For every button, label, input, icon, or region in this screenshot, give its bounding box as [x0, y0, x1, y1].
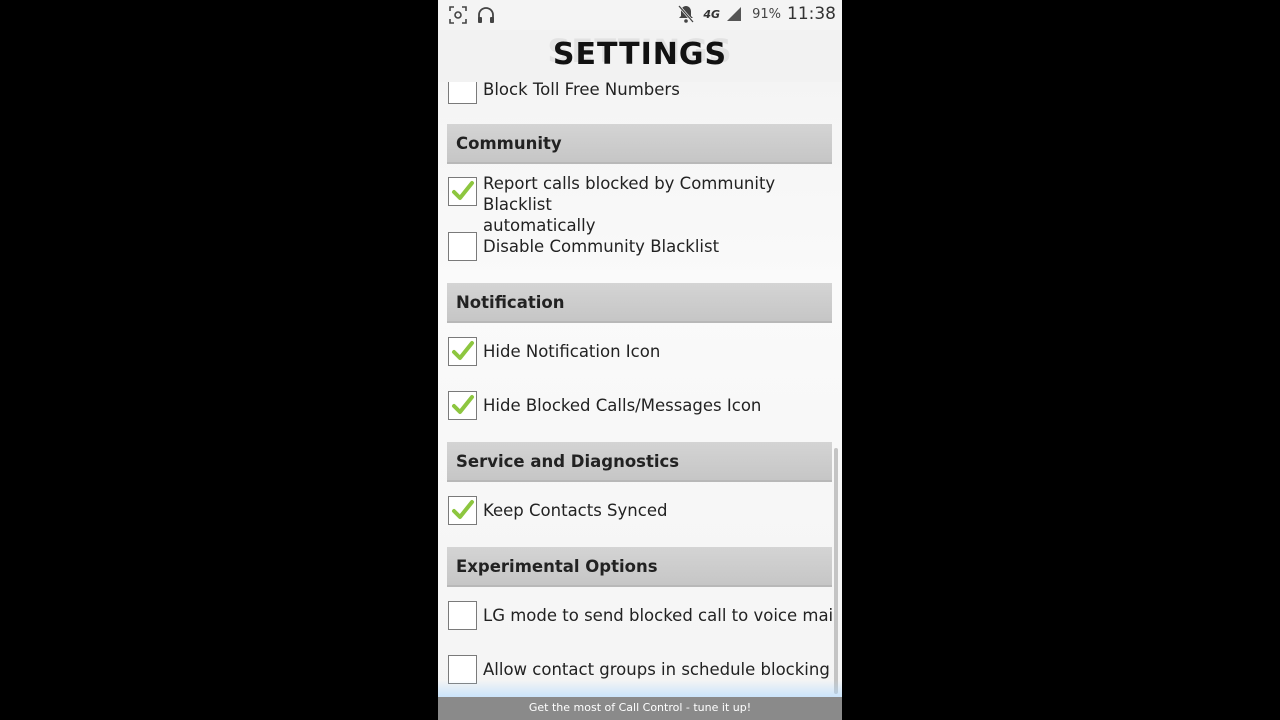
bell-muted-icon — [677, 4, 697, 24]
checkmark-icon — [452, 181, 474, 200]
checkbox-hide-blocked-icon[interactable] — [448, 391, 477, 420]
section-title: Community — [456, 134, 562, 153]
screenshot-icon — [448, 5, 468, 25]
checkbox-report-calls[interactable] — [448, 177, 477, 206]
setting-label: LG mode to send blocked call to voice ma… — [483, 606, 838, 625]
checkbox-disable-blacklist[interactable] — [448, 232, 477, 261]
section-title: Notification — [456, 293, 565, 312]
clock-time: 11:38 — [787, 4, 836, 24]
headphones-icon — [476, 5, 496, 25]
setting-label: Hide Blocked Calls/Messages Icon — [483, 396, 762, 415]
setting-label: Disable Community Blacklist — [483, 237, 720, 256]
checkbox-keep-contacts-synced[interactable] — [448, 496, 477, 525]
section-community: Community — [447, 124, 832, 164]
network-4g-icon: 4G — [703, 7, 721, 21]
battery-level: 91% — [752, 6, 781, 22]
footer-banner[interactable]: Get the most of Call Control - tune it u… — [438, 697, 842, 720]
setting-hide-notification[interactable]: Hide Notification Icon — [448, 337, 842, 366]
scrollbar[interactable] — [834, 448, 838, 694]
setting-label: Block Toll Free Numbers — [483, 80, 680, 99]
setting-report-calls[interactable]: Report calls blocked by Community Blackl… — [448, 174, 842, 236]
page-title-overlay: SETTINGS — [552, 37, 728, 72]
checkmark-icon — [452, 341, 474, 360]
signal-icon — [726, 4, 746, 24]
setting-label-line1: Report calls blocked by Community Blackl… — [483, 174, 776, 214]
section-notification: Notification — [447, 283, 832, 323]
setting-lg-mode[interactable]: LG mode to send blocked call to voice ma… — [448, 601, 842, 630]
setting-disable-blacklist[interactable]: Disable Community Blacklist — [448, 232, 842, 261]
setting-label: Hide Notification Icon — [483, 342, 661, 361]
section-title: Service and Diagnostics — [456, 452, 680, 471]
setting-keep-contacts-synced[interactable]: Keep Contacts Synced — [448, 496, 842, 525]
status-bar: 4G 91% 11:38 — [438, 0, 842, 30]
checkmark-icon — [452, 500, 474, 519]
section-experimental: Experimental Options — [447, 547, 832, 587]
checkbox-lg-mode[interactable] — [448, 601, 477, 630]
setting-hide-blocked-icon[interactable]: Hide Blocked Calls/Messages Icon — [448, 391, 842, 420]
checkbox-hide-notification[interactable] — [448, 337, 477, 366]
setting-label: Allow contact groups in schedule blockin… — [483, 660, 830, 679]
setting-label: Keep Contacts Synced — [483, 501, 668, 520]
section-service-diagnostics: Service and Diagnostics — [447, 442, 832, 482]
section-title: Experimental Options — [456, 557, 658, 576]
overscroll-glow — [438, 680, 842, 698]
phone-screen: 4G 91% 11:38 SETTINGS SETTINGS Block Tol… — [438, 0, 842, 720]
checkmark-icon — [452, 395, 474, 414]
